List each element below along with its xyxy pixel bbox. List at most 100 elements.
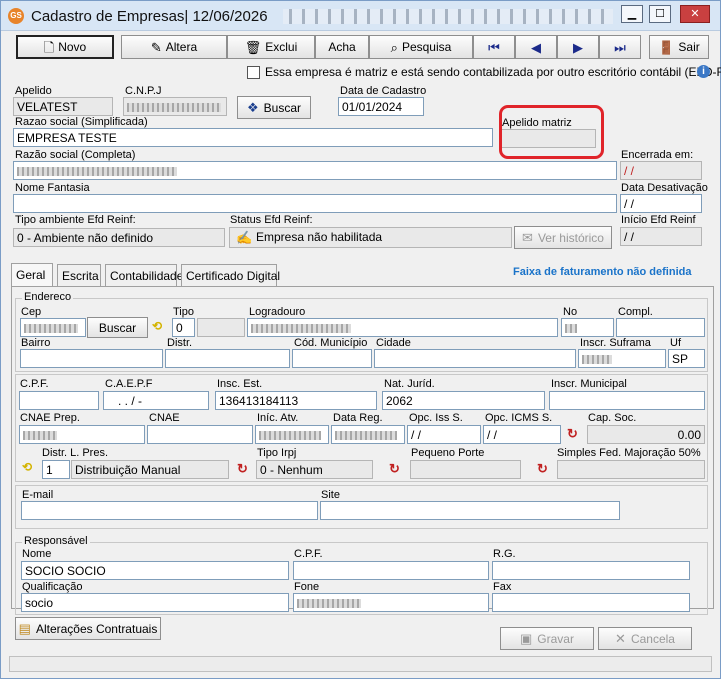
irpj-refresh-icon[interactable]: ↻ [237,461,248,477]
tab-contabilidade[interactable]: Contabilidade [105,264,183,286]
alteracoes-label: Alterações Contratuais [35,621,158,636]
resp-fax-field[interactable] [492,593,690,612]
pesquisa-label: Pesquisa [401,40,452,54]
tipo-irpj-label: Tipo Irpj [257,447,297,459]
caepf-field[interactable]: . . / - [103,391,209,410]
simples-field[interactable] [557,460,705,479]
gravar-button[interactable]: ▣ Gravar [500,627,594,650]
exclui-button[interactable]: 🗑 Exclui [227,35,315,59]
inic-atv-field[interactable] [255,425,329,444]
email-field[interactable] [21,501,318,520]
resp-fone-label: Fone [294,581,320,593]
cancela-button[interactable]: ✕ Cancela [598,627,692,650]
data-desativacao-field[interactable]: / / [620,194,702,213]
next-record-button[interactable]: ▶ [557,35,599,59]
nome-fantasia-field[interactable] [13,194,617,213]
data-cadastro-field[interactable]: 01/01/2024 [338,97,424,116]
pequeno-porte-refresh-icon[interactable]: ↻ [389,461,400,477]
previous-record-button[interactable]: ◀ [515,35,557,59]
resp-cpf-field[interactable] [293,561,489,580]
cep-field[interactable] [20,318,86,337]
cpf-field[interactable] [19,391,99,410]
resp-nome-label: Nome [22,548,52,560]
alteracoes-contratuais-button[interactable]: ▤ Alterações Contratuais [15,617,161,640]
last-record-button[interactable]: ⏭ [599,35,641,59]
data-reg-field[interactable] [331,425,405,444]
bairro-field[interactable] [20,349,163,368]
razao-simplificada-field[interactable]: EMPRESA TESTE [13,128,493,147]
complemento-field[interactable] [616,318,705,337]
tab-escrita[interactable]: Escrita [57,264,101,286]
distr-l-pres-field[interactable]: Distribuição Manual [71,460,229,479]
insc-est-field[interactable]: 136413184113 [215,391,377,410]
exclui-label: Exclui [265,40,298,54]
bairro-label: Bairro [21,337,51,349]
nat-jurid-field[interactable]: 2062 [382,391,545,410]
inicio-efd-field[interactable]: / / [620,227,702,246]
resp-qualificacao-field[interactable]: socio [21,593,289,612]
buscar-cep-button[interactable]: Buscar [87,317,148,338]
inscr-suframa-field[interactable] [578,349,666,368]
next-icon: ▶ [573,39,583,55]
simples-refresh-icon[interactable]: ↻ [537,461,548,477]
distr-l-pres-code-field[interactable]: 1 [42,460,70,479]
endereco-legend: Endereco [22,291,74,303]
tipo-ambiente-field[interactable]: 0 - Ambiente não definido [13,228,225,247]
pesquisa-button[interactable]: ⌕ Pesquisa [369,35,473,59]
acha-button[interactable]: Acha [315,35,369,59]
first-record-button[interactable]: ⏮ [473,35,515,59]
logradouro-field[interactable] [247,318,558,337]
apelido-field[interactable]: VELATEST [13,97,113,116]
opc-iss-field[interactable]: / / [407,425,481,444]
cnae-prep-field[interactable] [19,425,145,444]
buscar-cnpj-button[interactable]: ❖ Buscar [237,96,311,119]
ver-historico-button[interactable]: ✉ Ver histórico [514,226,612,249]
cap-soc-label: Cap. Soc. [588,412,637,424]
matriz-checkbox[interactable] [247,66,260,79]
resp-nome-field[interactable]: SOCIO SOCIO [21,561,289,580]
cap-soc-refresh-icon[interactable]: ↻ [567,426,578,442]
sair-button[interactable]: 🚪 Sair [649,35,709,59]
cnae-field[interactable] [147,425,253,444]
cap-soc-field[interactable]: 0.00 [587,425,705,444]
distr-refresh-icon[interactable]: ⟲ [22,460,32,474]
pequeno-porte-label: Pequeno Porte [411,447,485,459]
resp-rg-field[interactable] [492,561,690,580]
cep-refresh-icon[interactable]: ⟲ [152,319,162,333]
save-icon: ▣ [520,631,533,646]
inscr-municipal-field[interactable] [549,391,705,410]
minimize-button[interactable]: ▁ [621,5,643,23]
cod-municipio-field[interactable] [292,349,372,368]
tipo-irpj-field[interactable]: 0 - Nenhum [256,460,373,479]
close-button[interactable]: ✕ [680,5,710,23]
resp-fone-field[interactable] [293,593,489,612]
tipo-field[interactable]: 0 [172,318,195,337]
pequeno-porte-field[interactable] [410,460,521,479]
opc-icms-field[interactable]: / / [483,425,561,444]
exit-door-icon: 🚪 [658,39,675,55]
tipo-ambiente-label: Tipo ambiente Efd Reinf: [15,214,136,226]
new-document-icon: 🗋 [43,39,55,55]
cnpj-field[interactable] [123,97,227,116]
data-desativacao-label: Data Desativação [621,182,708,194]
tab-geral[interactable]: Geral [11,263,53,287]
uf-field[interactable]: SP [668,349,705,368]
encerrada-field[interactable]: / / [620,161,702,180]
first-icon: ⏮ [488,39,500,55]
numero-field[interactable] [561,318,614,337]
info-icon[interactable]: i [697,65,710,78]
insc-est-label: Insc. Est. [217,378,263,390]
inscr-municipal-label: Inscr. Municipal [551,378,627,390]
distr-l-pres-label: Distr. L. Pres. [42,447,109,459]
distrito-field[interactable] [165,349,290,368]
altera-button[interactable]: ✎ Altera [121,35,227,59]
site-field[interactable] [320,501,620,520]
inicio-efd-label: Início Efd Reinf [621,214,696,226]
matriz-checkbox-label: Essa empresa é matriz e está sendo conta… [265,65,721,79]
razao-completa-field[interactable] [13,161,617,180]
maximize-button[interactable]: ☐ [649,5,671,23]
tab-certificado-digital[interactable]: Certificado Digital [181,264,280,286]
novo-button[interactable]: 🗋 Novo [16,35,114,59]
cidade-field[interactable] [374,349,576,368]
uf-label: Uf [670,337,681,349]
